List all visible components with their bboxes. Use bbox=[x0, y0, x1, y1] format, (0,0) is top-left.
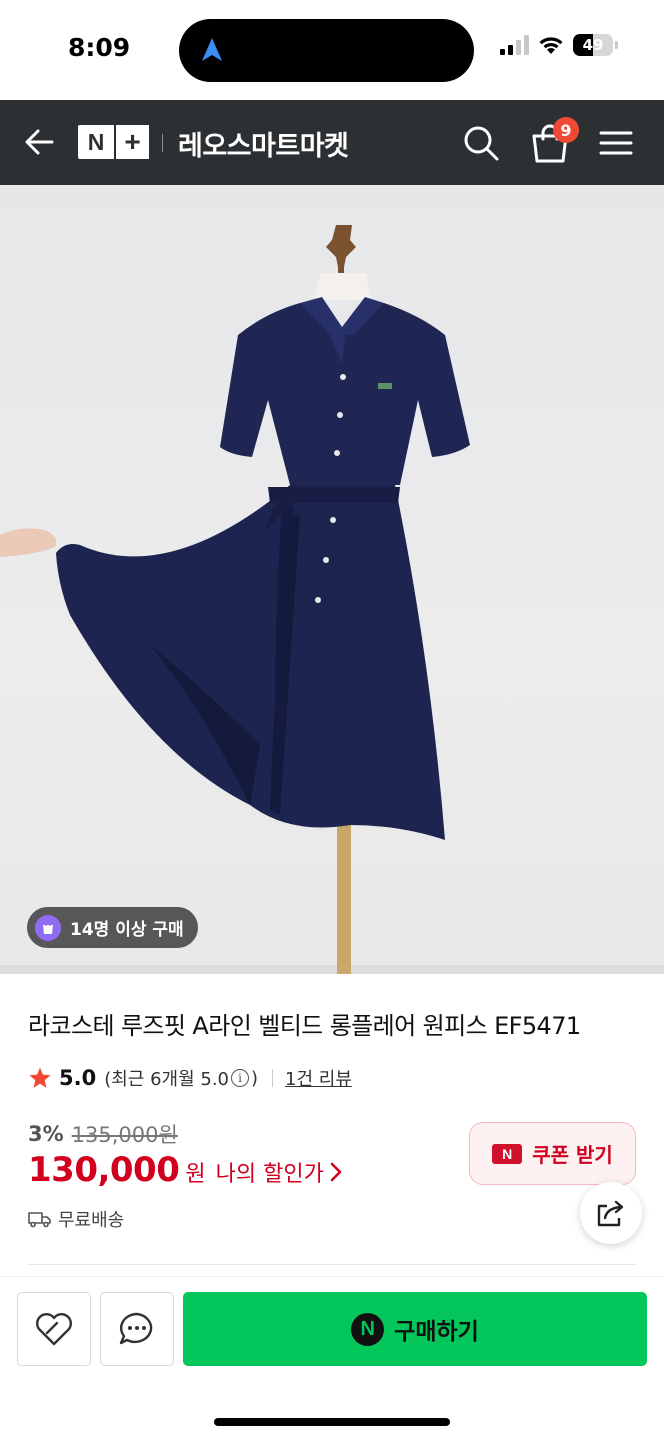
coupon-button[interactable]: N 쿠폰 받기 bbox=[469, 1122, 636, 1185]
rating-recent-suffix: ) bbox=[251, 1067, 259, 1089]
status-bar: 8:09 49 bbox=[0, 0, 664, 100]
discount-rate: 3% bbox=[28, 1122, 64, 1146]
naver-pay-icon: N bbox=[351, 1312, 385, 1346]
logo-plus: + bbox=[114, 125, 149, 159]
cart-count-badge: 9 bbox=[553, 117, 579, 143]
header-divider bbox=[162, 134, 163, 152]
star-icon bbox=[29, 1067, 51, 1088]
battery-text: 49 bbox=[582, 36, 604, 54]
dress-photo bbox=[0, 225, 664, 974]
search-icon[interactable] bbox=[462, 124, 500, 162]
original-price: 135,000원 bbox=[71, 1123, 178, 1147]
status-time: 8:09 bbox=[68, 33, 131, 62]
divider bbox=[28, 1264, 636, 1265]
heart-icon bbox=[36, 1313, 72, 1346]
product-title: 라코스테 루즈핏 A라인 벨티드 롱플레어 원피스 EF5471 bbox=[28, 1012, 581, 1040]
hamburger-menu-icon[interactable] bbox=[599, 128, 633, 158]
wish-button[interactable] bbox=[17, 1292, 91, 1366]
discount-row: 3% 135,000원 bbox=[28, 1119, 178, 1149]
battery-tip bbox=[615, 41, 618, 49]
shopping-bag-icon bbox=[35, 914, 61, 941]
naver-pay-badge: N bbox=[492, 1143, 523, 1164]
rating-row: 5.0 (최근 6개월 5.0 i ) 1건 리뷰 bbox=[28, 1064, 352, 1092]
share-button[interactable] bbox=[580, 1182, 642, 1244]
rating-separator bbox=[272, 1069, 274, 1087]
battery-icon: 49 bbox=[573, 34, 613, 56]
wifi-icon bbox=[539, 37, 563, 54]
share-icon bbox=[597, 1200, 624, 1227]
talk-button[interactable] bbox=[100, 1292, 174, 1366]
my-discount-link[interactable]: 나의 할인가 bbox=[216, 1156, 342, 1188]
shipping-row: 무료배송 bbox=[28, 1206, 124, 1232]
shipping-text: 무료배송 bbox=[58, 1210, 125, 1231]
coupon-label: 쿠폰 받기 bbox=[532, 1143, 613, 1167]
rating-value: 5.0 bbox=[59, 1066, 97, 1090]
info-icon[interactable]: i bbox=[231, 1069, 249, 1087]
status-indicators: 49 bbox=[500, 34, 618, 56]
buyers-count-text: 14명 이상 구매 bbox=[70, 920, 184, 940]
review-count-link[interactable]: 1건 리뷰 bbox=[285, 1065, 352, 1091]
bottom-action-bar: N 구매하기 bbox=[0, 1276, 664, 1440]
chat-icon bbox=[119, 1312, 153, 1345]
location-arrow-icon bbox=[202, 38, 222, 61]
truck-icon bbox=[28, 1212, 51, 1228]
buy-button[interactable]: N 구매하기 bbox=[183, 1292, 647, 1366]
buy-label: 구매하기 bbox=[394, 1319, 479, 1345]
rating-recent: (최근 6개월 5.0 i ) bbox=[104, 1065, 258, 1091]
dynamic-island bbox=[179, 19, 474, 82]
rating-recent-prefix: (최근 6개월 5.0 bbox=[104, 1069, 229, 1090]
product-image[interactable] bbox=[0, 185, 664, 974]
my-discount-label: 나의 할인가 bbox=[215, 1162, 324, 1187]
arrow-left-icon[interactable] bbox=[22, 124, 58, 160]
buyers-count-badge: 14명 이상 구매 bbox=[27, 907, 198, 948]
price-row: 130,000 원 나의 할인가 bbox=[28, 1150, 342, 1190]
price-currency: 원 bbox=[185, 1162, 206, 1187]
home-indicator bbox=[214, 1418, 450, 1426]
sale-price: 130,000 bbox=[28, 1150, 180, 1190]
store-name[interactable]: 레오스마트마켓 bbox=[178, 124, 349, 163]
cellular-signal-icon bbox=[500, 35, 529, 55]
naver-plus-logo[interactable]: N + bbox=[78, 125, 149, 159]
logo-n: N bbox=[87, 128, 105, 155]
chevron-right-icon bbox=[330, 1162, 342, 1182]
